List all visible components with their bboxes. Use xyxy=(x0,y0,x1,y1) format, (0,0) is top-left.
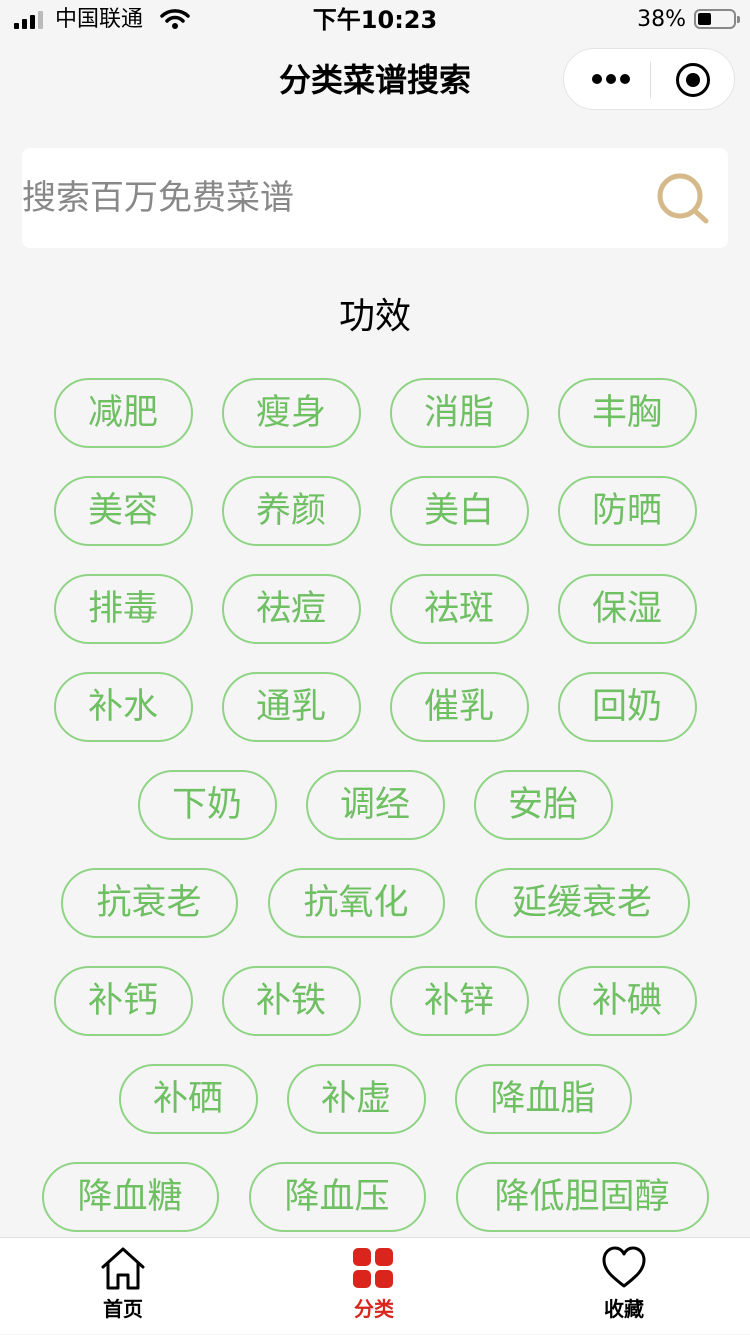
tag-row: 补水 通乳 催乳 回奶 xyxy=(0,672,750,742)
tag-row: 抗衰老 抗氧化 延缓衰老 xyxy=(0,868,750,938)
tag-button[interactable]: 补碘 xyxy=(557,966,697,1036)
tab-category-label: 分类 xyxy=(354,1297,394,1321)
tag-button[interactable]: 补钙 xyxy=(53,966,193,1036)
tab-home[interactable]: 首页 xyxy=(63,1238,183,1335)
tag-button[interactable]: 降低胆固醇 xyxy=(455,1162,709,1232)
tag-button[interactable]: 延缓衰老 xyxy=(474,868,690,938)
tag-button[interactable]: 美容 xyxy=(53,476,193,546)
tag-button[interactable]: 安胎 xyxy=(473,770,613,840)
tag-button[interactable]: 抗氧化 xyxy=(267,868,445,938)
tag-row: 下奶 调经 安胎 xyxy=(0,770,750,840)
battery-percent: 38% xyxy=(637,7,686,32)
tag-button[interactable]: 减肥 xyxy=(53,378,193,448)
tab-bar: 首页 分类 收藏 xyxy=(0,1237,750,1334)
capsule-divider xyxy=(650,62,651,98)
tag-button[interactable]: 保湿 xyxy=(557,574,697,644)
more-icon[interactable] xyxy=(592,69,630,89)
tag-button[interactable]: 抗衰老 xyxy=(60,868,238,938)
tag-button[interactable]: 补水 xyxy=(53,672,193,742)
tag-button[interactable]: 丰胸 xyxy=(557,378,697,448)
mini-program-capsule xyxy=(563,48,735,110)
tag-button[interactable]: 催乳 xyxy=(389,672,529,742)
tag-button[interactable]: 降血压 xyxy=(248,1162,426,1232)
tag-row: 补硒 补虚 降血脂 xyxy=(0,1064,750,1134)
tag-button[interactable]: 补虚 xyxy=(286,1064,426,1134)
tab-home-label: 首页 xyxy=(103,1297,143,1321)
home-icon xyxy=(101,1247,145,1290)
tag-button[interactable]: 养颜 xyxy=(221,476,361,546)
tag-row: 美容 养颜 美白 防晒 xyxy=(0,476,750,546)
effect-tag-list: 减肥 瘦身 消脂 丰胸 美容 养颜 美白 防晒 排毒 祛痘 祛斑 保湿 补水 通… xyxy=(0,378,750,1260)
tab-favorites[interactable]: 收藏 xyxy=(564,1238,684,1335)
tag-button[interactable]: 调经 xyxy=(305,770,445,840)
tag-button[interactable]: 通乳 xyxy=(221,672,361,742)
tag-button[interactable]: 降血糖 xyxy=(41,1162,219,1232)
search-input[interactable] xyxy=(22,148,642,248)
tag-button[interactable]: 补铁 xyxy=(221,966,361,1036)
search-box xyxy=(22,148,728,248)
tag-button[interactable]: 下奶 xyxy=(137,770,277,840)
search-icon[interactable] xyxy=(656,172,712,228)
tag-row: 减肥 瘦身 消脂 丰胸 xyxy=(0,378,750,448)
tab-category[interactable]: 分类 xyxy=(314,1238,434,1335)
tag-button[interactable]: 降血脂 xyxy=(454,1064,632,1134)
tag-row: 补钙 补铁 补锌 补碘 xyxy=(0,966,750,1036)
tag-button[interactable]: 祛痘 xyxy=(221,574,361,644)
section-title: 功效 xyxy=(338,296,411,337)
tag-button[interactable]: 消脂 xyxy=(389,378,529,448)
tag-button[interactable]: 美白 xyxy=(389,476,529,546)
tag-row: 降血糖 降血压 降低胆固醇 xyxy=(0,1162,750,1232)
category-grid-icon xyxy=(353,1248,393,1288)
heart-icon xyxy=(602,1246,646,1288)
status-bar: 中国联通 下午10:23 38% xyxy=(0,0,750,40)
tag-button[interactable]: 补硒 xyxy=(118,1064,258,1134)
tag-button[interactable]: 防晒 xyxy=(557,476,697,546)
tag-row: 排毒 祛痘 祛斑 保湿 xyxy=(0,574,750,644)
tab-favorites-label: 收藏 xyxy=(604,1297,644,1321)
tag-button[interactable]: 排毒 xyxy=(53,574,193,644)
battery-icon xyxy=(694,9,740,29)
close-target-icon[interactable] xyxy=(676,63,710,97)
tag-button[interactable]: 回奶 xyxy=(557,672,697,742)
tag-button[interactable]: 祛斑 xyxy=(389,574,529,644)
tag-button[interactable]: 瘦身 xyxy=(221,378,361,448)
tag-button[interactable]: 补锌 xyxy=(389,966,529,1036)
